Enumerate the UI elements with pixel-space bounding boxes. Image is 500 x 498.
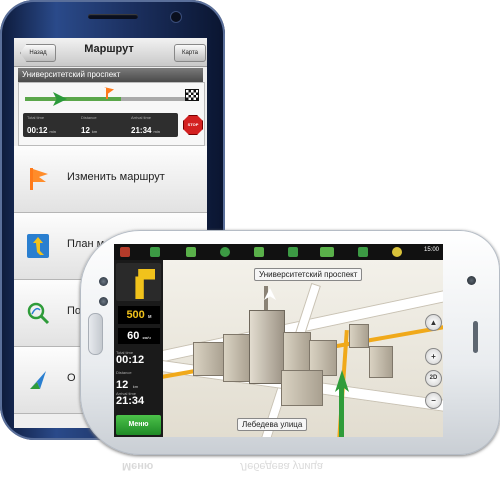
stat-value: 00:12: [27, 126, 48, 135]
volume-icon: [150, 247, 160, 257]
street-name: Университетский проспект: [18, 68, 203, 82]
info-arrival-time: Arrival time 21:34: [116, 391, 161, 409]
stat-value: 12: [81, 126, 90, 135]
speed-display: 60 км/ч: [118, 328, 160, 344]
flag-icon: [26, 166, 50, 192]
finish-flag-icon: [185, 89, 199, 101]
map-view[interactable]: Университетский проспект Лебедева улица …: [163, 260, 443, 437]
info-total-time: Total time 00:12: [116, 350, 161, 368]
speed-value: 60: [127, 330, 140, 342]
reflection-street-text: Лебедева улица: [240, 460, 323, 472]
map-building: [281, 370, 323, 406]
reflection-menu-text: Меню: [122, 460, 154, 472]
speaker-slit: [473, 321, 478, 353]
menu-item-label: Изменить маршрут: [67, 171, 165, 183]
turn-left-icon: [135, 269, 155, 299]
map-building: [369, 346, 393, 378]
user-icon: [220, 247, 230, 257]
route-plan-icon: [26, 233, 50, 259]
sun-icon: [392, 247, 402, 257]
stat-label: Arrival time: [131, 115, 152, 120]
map-building-tower: [249, 310, 285, 384]
earpiece-speaker: [88, 14, 138, 19]
info-label: Distance: [116, 370, 132, 375]
phone-reflection: Меню Лебедева улица: [110, 458, 500, 498]
front-camera: [170, 11, 182, 23]
stat-value: 21:34: [131, 126, 152, 135]
next-turn: [116, 263, 161, 301]
status-bar: 15:00: [114, 244, 443, 260]
stat-total-time: Total time 00:12 min: [27, 115, 77, 138]
stat-label: Total time: [27, 115, 45, 120]
menu-button[interactable]: Меню: [116, 415, 161, 435]
route-header: Назад Маршрут Карта: [14, 38, 207, 67]
info-value: 00:12: [116, 354, 145, 366]
speed-unit: км/ч: [142, 335, 151, 340]
map-building: [349, 324, 369, 348]
page-title: Маршрут: [84, 43, 134, 55]
app-icon: [120, 247, 130, 257]
info-value: 21:34: [116, 395, 145, 407]
menu-item-label: По: [67, 305, 82, 317]
clock: 15:00: [423, 247, 439, 253]
stat-distance: Distance 12 km: [81, 115, 131, 138]
info-unit: km: [132, 384, 139, 389]
turn-distance-unit: м: [147, 314, 152, 320]
back-button[interactable]: Назад: [20, 44, 56, 62]
zoom-out-button[interactable]: −: [425, 392, 442, 409]
front-camera: [99, 297, 108, 306]
lock-icon: [288, 247, 298, 257]
stat-unit: km: [91, 129, 98, 134]
map-button[interactable]: Карта: [174, 44, 206, 62]
map-building: [223, 334, 251, 382]
turn-distance-value: 500: [126, 309, 145, 321]
satellite-icon: [254, 247, 264, 257]
nav-info-panel: 500 м 60 км/ч Total time 00:12 Distance …: [114, 260, 163, 437]
route-stats: Total time 00:12 min Distance 12 km Arriva…: [23, 113, 178, 137]
stat-unit: min: [49, 129, 56, 134]
menu-item-change-route[interactable]: Изменить маршрут: [14, 146, 207, 213]
battery-icon: [320, 247, 334, 257]
current-street-label: Университетский проспект: [254, 268, 363, 281]
stat-arrival-time: Arrival time 21:34 min: [131, 115, 181, 138]
stat-label: Distance: [81, 115, 97, 120]
info-value: 12: [116, 379, 129, 391]
route-summary-card: Total time 00:12 min Distance 12 km Arriva…: [18, 82, 205, 146]
sensor-dot: [99, 277, 108, 286]
warning-icon[interactable]: ▲: [425, 314, 442, 331]
search-route-icon: [26, 300, 50, 326]
turn-distance: 500 м: [118, 306, 160, 324]
sim-icon: [358, 247, 368, 257]
map-building: [193, 342, 225, 376]
traveled-route-line: [339, 385, 344, 437]
view-mode-button[interactable]: 2D: [425, 370, 442, 387]
arrow-cursor-icon: [26, 367, 50, 393]
route-progress-track: [25, 97, 185, 101]
navigation-screen: 15:00 500 м 60 км/ч Total time 00:12 Dis…: [114, 244, 443, 437]
stop-route-button[interactable]: STOP: [183, 115, 203, 135]
message-icon: [186, 247, 196, 257]
menu-item-label: О: [67, 372, 76, 384]
next-street-label: Лебедева улица: [237, 418, 308, 431]
stat-unit: min: [153, 129, 160, 134]
camera-dot: [467, 276, 476, 285]
home-button[interactable]: [88, 313, 103, 355]
zoom-in-button[interactable]: +: [425, 348, 442, 365]
info-distance: Distance 12 km: [116, 370, 161, 391]
